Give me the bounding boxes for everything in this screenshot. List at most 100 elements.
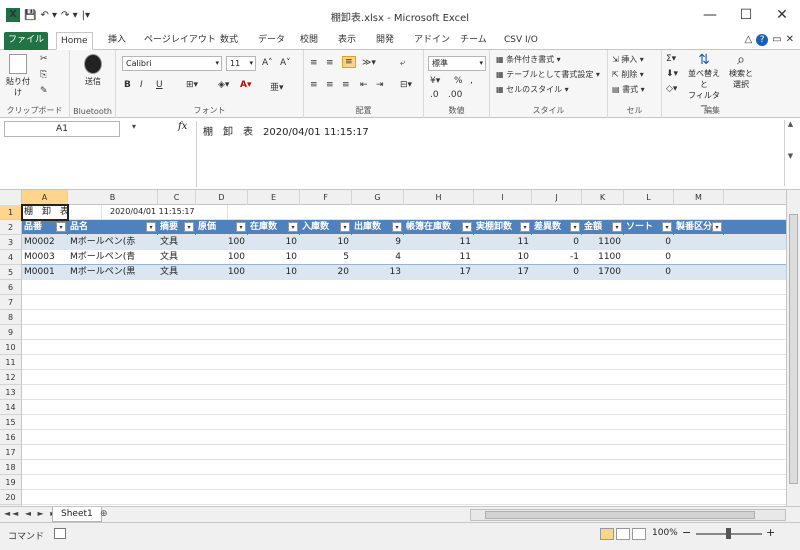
cell-e4[interactable]: 10 bbox=[248, 250, 300, 265]
cell-f3[interactable]: 10 bbox=[300, 235, 352, 250]
format-cells-button[interactable]: ▤ 書式 ▾ bbox=[612, 84, 645, 95]
align-bottom-icon[interactable]: ≡ bbox=[342, 56, 356, 68]
row-header[interactable]: 7 bbox=[0, 295, 22, 310]
tab-data[interactable]: データ bbox=[254, 32, 289, 50]
borders-icon[interactable]: ⊞▾ bbox=[186, 80, 198, 90]
filter-dropdown-icon[interactable]: ▾ bbox=[236, 222, 246, 232]
wrap-text-icon[interactable]: ⤶ bbox=[400, 58, 405, 68]
conditional-format-button[interactable]: ▦ 条件付き書式 ▾ bbox=[496, 54, 561, 65]
row-header[interactable]: 20 bbox=[0, 490, 22, 505]
horizontal-scrollbar[interactable] bbox=[470, 509, 786, 521]
cell-k2[interactable]: 金額 ▾ bbox=[582, 220, 624, 235]
decrease-indent-icon[interactable]: ⇤ bbox=[360, 80, 368, 90]
filter-dropdown-icon[interactable]: ▾ bbox=[146, 222, 156, 232]
format-painter-icon[interactable]: ✎ bbox=[40, 86, 48, 96]
maximize-button[interactable]: ☐ bbox=[728, 0, 764, 30]
number-format-select[interactable]: 標準 ▾ bbox=[428, 56, 486, 71]
row-header[interactable]: 10 bbox=[0, 340, 22, 355]
row-header[interactable]: 12 bbox=[0, 370, 22, 385]
cell-h2[interactable]: 帳簿在庫数 ▾ bbox=[404, 220, 474, 235]
clear-icon[interactable]: ◇▾ bbox=[666, 84, 677, 94]
bold-button[interactable]: B bbox=[124, 80, 131, 90]
cell-a3[interactable]: M0002 bbox=[22, 235, 68, 250]
row-header[interactable]: 3 bbox=[0, 235, 22, 250]
cell-h4[interactable]: 11 bbox=[404, 250, 474, 265]
minimize-ribbon-icon[interactable]: △ bbox=[744, 34, 752, 46]
cell-b2[interactable]: 品名 ▾ bbox=[68, 220, 158, 235]
column-header-d[interactable]: D bbox=[196, 190, 248, 205]
column-header-h[interactable]: H bbox=[404, 190, 474, 205]
cell-k5[interactable]: 1700 bbox=[582, 265, 624, 280]
filter-dropdown-icon[interactable]: ▾ bbox=[288, 222, 298, 232]
tab-file[interactable]: ファイル bbox=[4, 32, 49, 50]
record-macro-icon[interactable] bbox=[54, 528, 66, 539]
row-header[interactable]: 19 bbox=[0, 475, 22, 490]
cell-b1[interactable]: 2020/04/01 11:15:17 bbox=[108, 205, 228, 220]
tab-home[interactable]: Home bbox=[56, 32, 93, 50]
cell-l4[interactable]: 0 bbox=[624, 250, 674, 265]
row-header[interactable]: 11 bbox=[0, 355, 22, 370]
cell-a4[interactable]: M0003 bbox=[22, 250, 68, 265]
column-header-i[interactable]: I bbox=[474, 190, 532, 205]
horizontal-scroll-thumb[interactable] bbox=[485, 511, 755, 519]
row-header[interactable]: 16 bbox=[0, 430, 22, 445]
filter-dropdown-icon[interactable]: ▾ bbox=[392, 222, 402, 232]
tab-developer[interactable]: 開発 bbox=[372, 32, 398, 50]
filter-dropdown-icon[interactable]: ▾ bbox=[520, 222, 530, 232]
autosum-icon[interactable]: Σ▾ bbox=[666, 54, 676, 64]
cell-m4[interactable] bbox=[674, 250, 724, 265]
worksheet-grid[interactable]: ABCDEFGHIJKLM 1棚 卸 表 2020/04/01 11:15:17 2… bbox=[0, 190, 786, 506]
restore-window-icon[interactable]: ▭ bbox=[772, 34, 781, 46]
cell-k4[interactable]: 1100 bbox=[582, 250, 624, 265]
align-left-icon[interactable]: ≡ bbox=[310, 80, 318, 90]
cell-d4[interactable]: 100 bbox=[196, 250, 248, 265]
row-header[interactable]: 6 bbox=[0, 280, 22, 295]
cell-f2[interactable]: 入庫数 ▾ bbox=[300, 220, 352, 235]
row-header[interactable]: 9 bbox=[0, 325, 22, 340]
filter-dropdown-icon[interactable]: ▾ bbox=[662, 222, 672, 232]
cell-f5[interactable]: 20 bbox=[300, 265, 352, 280]
insert-function-icon[interactable]: fx bbox=[178, 121, 187, 132]
zoom-out-button[interactable]: − bbox=[682, 526, 691, 539]
filter-dropdown-icon[interactable]: ▾ bbox=[570, 222, 580, 232]
tab-csv-io[interactable]: CSV I/O bbox=[500, 32, 542, 50]
cell-l3[interactable]: 0 bbox=[624, 235, 674, 250]
page-layout-view-button[interactable] bbox=[616, 528, 630, 540]
row-header[interactable]: 8 bbox=[0, 310, 22, 325]
font-color-icon[interactable]: A▾ bbox=[240, 80, 251, 90]
italic-button[interactable]: I bbox=[140, 80, 143, 90]
currency-icon[interactable]: ¥▾ bbox=[430, 76, 440, 86]
align-top-icon[interactable]: ≡ bbox=[310, 58, 318, 68]
normal-view-button[interactable] bbox=[600, 528, 614, 540]
orientation-icon[interactable]: ≫▾ bbox=[362, 58, 376, 68]
cell-i3[interactable]: 11 bbox=[474, 235, 532, 250]
column-header-k[interactable]: K bbox=[582, 190, 624, 205]
cell-j2[interactable]: 差異数 ▾ bbox=[532, 220, 582, 235]
fill-color-icon[interactable]: ◈▾ bbox=[218, 80, 229, 90]
filter-dropdown-icon[interactable]: ▾ bbox=[462, 222, 472, 232]
cell-c3[interactable]: 文具 bbox=[158, 235, 196, 250]
name-box[interactable]: A1 bbox=[4, 121, 120, 137]
bluetooth-send-button[interactable]: 送信 bbox=[78, 54, 108, 87]
shrink-font-icon[interactable]: A˅ bbox=[280, 58, 291, 68]
cell-g5[interactable]: 13 bbox=[352, 265, 404, 280]
align-center-icon[interactable]: ≡ bbox=[326, 80, 334, 90]
minimize-button[interactable]: — bbox=[692, 0, 728, 30]
row-header[interactable]: 4 bbox=[0, 250, 22, 265]
cut-icon[interactable]: ✂ bbox=[40, 54, 48, 64]
cell-d5[interactable]: 100 bbox=[196, 265, 248, 280]
close-button[interactable]: ✕ bbox=[764, 0, 800, 30]
merge-cells-icon[interactable]: ⊟▾ bbox=[400, 80, 412, 90]
align-middle-icon[interactable]: ≡ bbox=[326, 58, 334, 68]
cell-d2[interactable]: 原価 ▾ bbox=[196, 220, 248, 235]
font-name-select[interactable]: Calibri ▾ bbox=[122, 56, 222, 71]
cell-i2[interactable]: 実棚卸数 ▾ bbox=[474, 220, 532, 235]
row-header[interactable]: 14 bbox=[0, 400, 22, 415]
cell-g2[interactable]: 出庫数 ▾ bbox=[352, 220, 404, 235]
page-break-view-button[interactable] bbox=[632, 528, 646, 540]
help-icon[interactable]: ? bbox=[756, 34, 769, 46]
zoom-level[interactable]: 100% bbox=[652, 528, 678, 538]
row-header[interactable]: 18 bbox=[0, 460, 22, 475]
filter-dropdown-icon[interactable]: ▾ bbox=[340, 222, 350, 232]
formula-bar-scroll[interactable]: ▲ ▼ bbox=[784, 120, 796, 186]
